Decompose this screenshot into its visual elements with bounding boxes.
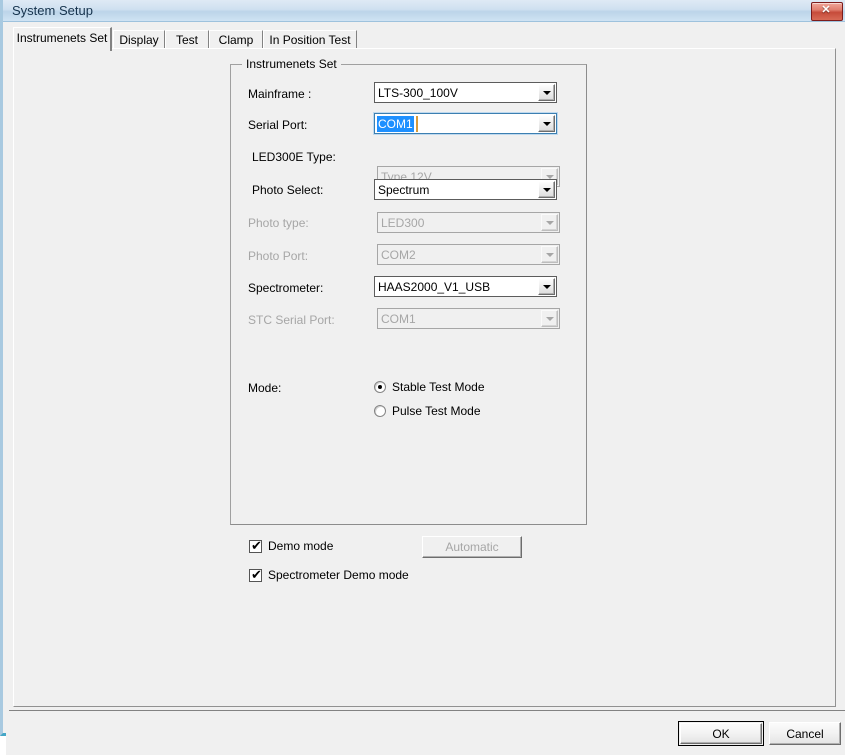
check-tick-icon: ✔ [251,568,262,583]
system-setup-window: System Setup ✕ Instrumenets Set Display … [0,0,845,736]
dialog-footer: OK Cancel [6,711,845,755]
tab-in-position-test[interactable]: In Position Test [263,30,357,49]
text-caret [416,116,418,132]
tab-clamp[interactable]: Clamp [209,30,263,49]
checkbox-icon-checked[interactable]: ✔ [249,569,262,582]
combo-photo-type-value: LED300 [381,215,424,231]
checkbox-spectrometer-demo-mode-label: Spectrometer Demo mode [268,568,409,582]
chevron-down-icon[interactable] [538,278,555,295]
chevron-down-icon[interactable] [538,181,555,198]
chevron-down-icon [541,214,558,231]
combo-stc-serial-port-value: COM1 [381,311,416,327]
label-serial-port: Serial Port: [248,118,307,132]
check-tick-icon: ✔ [251,539,262,554]
tab-test[interactable]: Test [165,30,209,49]
close-icon: ✕ [812,3,840,18]
radio-pulse-test-mode-label: Pulse Test Mode [392,404,481,418]
chevron-down-icon[interactable] [538,115,555,132]
chevron-down-icon[interactable] [538,84,555,101]
label-mode: Mode: [248,381,281,395]
combo-photo-select-value: Spectrum [378,182,429,198]
label-led300e-type: LED300E Type: [252,150,336,164]
ok-button-label: OK [679,727,763,741]
groupbox-title: Instrumenets Set [242,57,341,71]
checkbox-demo-mode-label: Demo mode [268,539,333,553]
label-spectrometer: Spectrometer: [248,281,323,295]
combo-photo-select[interactable]: Spectrum [374,179,557,200]
label-stc-serial-port: STC Serial Port: [248,313,335,327]
combo-serial-port[interactable]: COM1 [374,113,557,134]
combo-mainframe[interactable]: LTS-300_100V [374,82,557,103]
combo-serial-port-value: COM1 [377,116,414,132]
automatic-button: Automatic [422,536,522,558]
chevron-down-icon [541,310,558,327]
automatic-button-label: Automatic [423,540,521,554]
tab-instrumenets-set[interactable]: Instrumenets Set [13,27,112,51]
combo-spectrometer-value: HAAS2000_V1_USB [378,279,490,295]
radio-icon-unselected[interactable] [374,405,386,417]
close-button[interactable]: ✕ [811,2,843,21]
tab-display[interactable]: Display [113,30,165,49]
label-photo-port: Photo Port: [248,249,308,263]
label-photo-select: Photo Select: [252,183,323,197]
label-mainframe: Mainframe : [248,87,311,101]
combo-mainframe-value: LTS-300_100V [378,85,458,101]
combo-photo-type: LED300 [377,212,560,233]
combo-photo-port-value: COM2 [381,247,416,263]
cancel-button-label: Cancel [770,727,840,741]
window-title: System Setup [12,3,93,18]
title-bar[interactable]: System Setup ✕ [3,0,845,22]
radio-icon-selected[interactable] [374,381,386,393]
combo-stc-serial-port: COM1 [377,308,560,329]
ok-button[interactable]: OK [678,721,764,746]
cancel-button[interactable]: Cancel [769,722,841,745]
dialog-client-area: Instrumenets Set Display Test Clamp In P… [6,22,845,733]
combo-photo-port: COM2 [377,244,560,265]
chevron-down-icon [541,246,558,263]
checkbox-icon-checked[interactable]: ✔ [249,540,262,553]
label-photo-type: Photo type: [248,216,309,230]
combo-spectrometer[interactable]: HAAS2000_V1_USB [374,276,557,297]
radio-stable-test-mode-label: Stable Test Mode [392,380,485,394]
